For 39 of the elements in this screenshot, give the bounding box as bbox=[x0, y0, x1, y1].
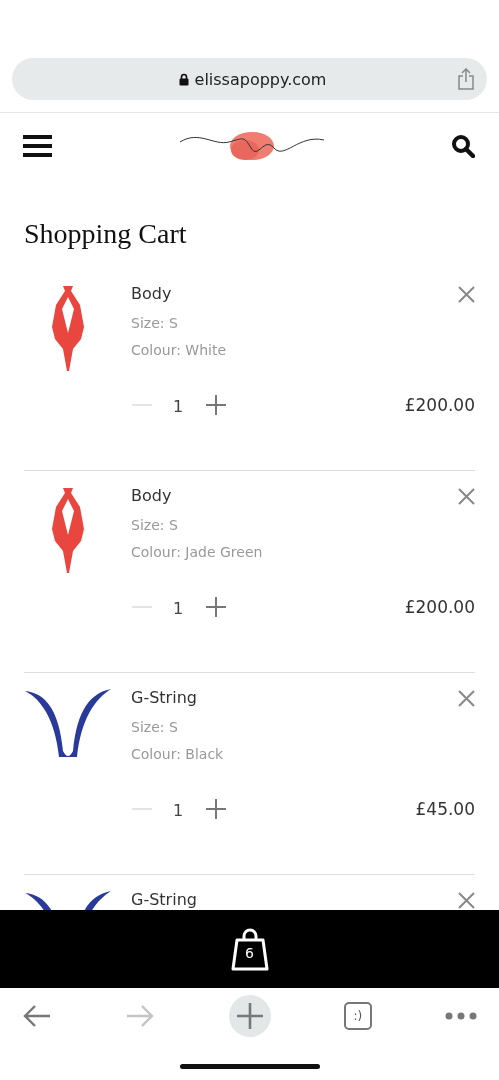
plus-icon[interactable] bbox=[205, 797, 228, 820]
address-text: elissapoppy.com bbox=[194, 69, 327, 89]
thong-icon[interactable] bbox=[24, 689, 111, 759]
size-text: Size: S bbox=[131, 314, 179, 332]
product-name[interactable]: G-String bbox=[131, 687, 224, 709]
lock-icon bbox=[178, 72, 189, 86]
search-icon[interactable] bbox=[451, 134, 475, 158]
close-icon[interactable] bbox=[458, 286, 475, 303]
quantity-value: 1 bbox=[173, 599, 184, 618]
more-icon[interactable] bbox=[445, 1012, 477, 1020]
price-text: £45.00 bbox=[415, 798, 475, 819]
back-icon[interactable] bbox=[22, 1004, 52, 1028]
cart-bar[interactable]: 6 bbox=[0, 910, 499, 988]
price-text: £200.00 bbox=[404, 596, 475, 617]
quantity-value: 1 bbox=[173, 397, 184, 416]
menu-icon[interactable] bbox=[23, 135, 52, 157]
colour-text: Colour: Black bbox=[131, 745, 224, 763]
colour-text: Colour: Jade Green bbox=[131, 543, 263, 561]
address-bar[interactable]: elissapoppy.com bbox=[12, 58, 487, 100]
tabs-button[interactable]: :) bbox=[343, 1002, 372, 1030]
plus-icon[interactable] bbox=[205, 393, 228, 416]
close-icon[interactable] bbox=[458, 892, 475, 909]
quantity-value: 1 bbox=[173, 801, 184, 820]
cart-count: 6 bbox=[244, 945, 255, 961]
close-icon[interactable] bbox=[458, 488, 475, 505]
new-tab-icon[interactable] bbox=[228, 995, 271, 1037]
home-indicator[interactable] bbox=[179, 1064, 320, 1069]
bag-icon bbox=[229, 927, 270, 971]
colour-text: Colour: White bbox=[131, 341, 227, 359]
size-text: Size: S bbox=[131, 516, 179, 534]
size-text: Size: S bbox=[131, 718, 179, 736]
price-text: £200.00 bbox=[404, 394, 475, 415]
plus-icon[interactable] bbox=[205, 595, 228, 618]
product-name[interactable]: G-String bbox=[131, 889, 197, 910]
product-name[interactable]: Body bbox=[131, 283, 227, 305]
share-icon[interactable] bbox=[457, 68, 475, 90]
close-icon[interactable] bbox=[458, 690, 475, 707]
page-title: Shopping Cart bbox=[24, 217, 188, 251]
product-name[interactable]: Body bbox=[131, 485, 263, 507]
